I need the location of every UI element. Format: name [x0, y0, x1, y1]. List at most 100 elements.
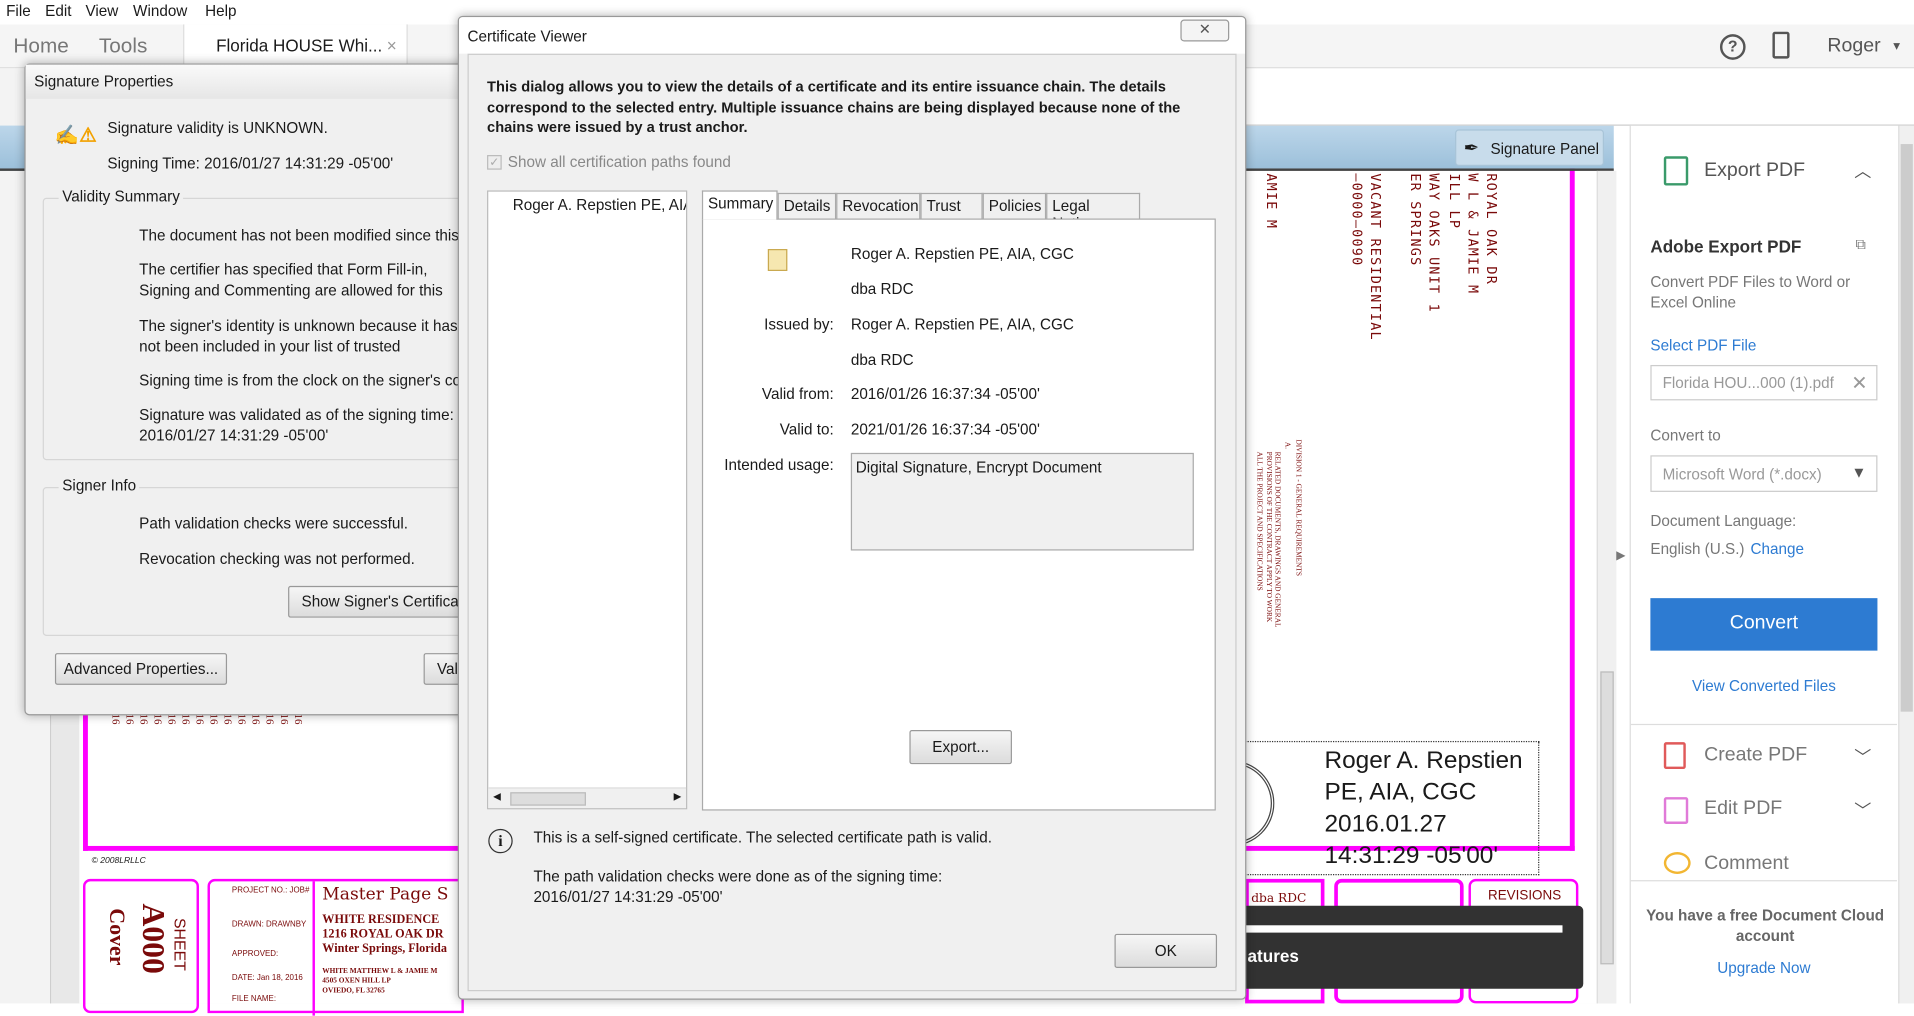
help-icon[interactable]: ?: [1719, 34, 1746, 60]
dialog-title: Signature Properties: [25, 64, 488, 99]
tab-document[interactable]: Florida HOUSE Whi... ×: [183, 24, 408, 69]
owner: WHITE MATTHEW L & JAMIE M 4505 OXEN HILL …: [322, 968, 438, 995]
tab-summary[interactable]: Summary: [701, 190, 778, 220]
group-label: Signer Info: [58, 477, 140, 495]
tool-edit-pdf[interactable]: Edit PDF: [1704, 798, 1782, 820]
copyright: © 2008LRLLC: [91, 856, 146, 866]
residence: WHITE RESIDENCE 1216 ROYAL OAK DR Winter S…: [322, 913, 447, 956]
info-self-signed: This is a self-signed certificate. The s…: [533, 828, 992, 846]
right-pane-scrollbar[interactable]: [1898, 125, 1914, 1004]
tab-trust[interactable]: Trust: [920, 192, 983, 219]
signing-time: Signing Time: 2016/01/27 14:31:29 -05'00…: [107, 155, 394, 173]
signature-panel-label: Signature Panel: [1490, 140, 1600, 158]
tab-home[interactable]: Home: [13, 34, 68, 58]
upgrade-now-link[interactable]: Upgrade Now: [1631, 959, 1897, 976]
clear-file-icon[interactable]: ✕: [1851, 371, 1867, 395]
file-name: FILE NAME:: [231, 994, 277, 1004]
advanced-properties-button[interactable]: Advanced Properties...: [54, 653, 228, 685]
tab-tools[interactable]: Tools: [99, 34, 147, 58]
chevron-down-icon[interactable]: ▾: [1893, 38, 1900, 54]
scroll-right-icon[interactable]: ▶: [674, 791, 682, 802]
signature-appearance: Roger A. Repstien PE, AIA, CGC 2016.01.27 1…: [1324, 747, 1523, 870]
comment-icon: [1663, 852, 1691, 875]
signature-panel-button[interactable]: ✒ Signature Panel: [1455, 129, 1604, 167]
revisions-label: REVISIONS: [1488, 888, 1562, 904]
show-all-paths-checkbox[interactable]: ✓: [487, 155, 502, 170]
export-pdf-header[interactable]: Export PDF: [1704, 160, 1805, 182]
tab-policies[interactable]: Policies: [982, 192, 1047, 219]
signature-pen-icon: ✒: [1463, 137, 1479, 159]
tree-item[interactable]: Roger A. Repstien PE, AIA, CGC: [513, 195, 686, 216]
master-page: Master Page S: [322, 885, 449, 905]
certificate-viewer-dialog: Certificate Viewer ✕ This dialog allows …: [457, 15, 1247, 1000]
sheet-box: SHEET A000 Cover: [83, 878, 199, 1014]
mobile-link-icon[interactable]: [1772, 31, 1790, 59]
chevron-down-icon[interactable]: ﹀: [1854, 745, 1871, 769]
export-button[interactable]: Export...: [909, 729, 1012, 765]
title-block: PROJECT NO.: JOB# DRAWN: DRAWNBY APPROVE…: [207, 878, 464, 1016]
doc-language-value: English (U.S.): [1650, 540, 1745, 558]
export-description: Convert PDF Files to Word or Excel Onlin…: [1650, 273, 1851, 312]
toast-progress: [1245, 925, 1563, 933]
issuer-name: Roger A. Repstien PE, AIA, CGC: [850, 316, 1074, 334]
file-value: Florida HOU...000 (1).pdf: [1662, 374, 1834, 392]
tree-hscrollbar[interactable]: ◀ ▶: [488, 787, 687, 809]
summary-item: The document has not been modified since…: [139, 227, 481, 245]
selected-file-field[interactable]: Florida HOU...000 (1).pdf ✕: [1650, 364, 1878, 401]
subject-org: dba RDC: [850, 280, 914, 298]
menu-file[interactable]: File: [6, 2, 31, 19]
intro-text: This dialog allows you to view the detai…: [487, 78, 1181, 136]
dba-label: dba RDC: [1251, 892, 1307, 906]
signer-item: Path validation checks were successful.: [139, 515, 409, 533]
summary-item: Signature was validated as of the signin…: [139, 406, 454, 445]
valid-from-value: 2016/01/26 16:37:34 -05'00': [850, 385, 1040, 403]
info-signing-time: 2016/01/27 14:31:29 -05'00': [533, 888, 723, 906]
ok-button[interactable]: OK: [1114, 933, 1218, 969]
convert-button[interactable]: Convert: [1650, 598, 1878, 651]
scroll-left-icon[interactable]: ◀: [493, 791, 501, 802]
format-select[interactable]: Microsoft Word (*.docx) ▼: [1650, 455, 1878, 492]
doc-text: ALL THE PROJECT AND SPECIFICATIONS: [1254, 451, 1263, 591]
chevron-up-icon[interactable]: ︿: [1854, 159, 1871, 183]
tab-details[interactable]: Details: [777, 192, 837, 219]
document-scrollbar[interactable]: [1596, 170, 1617, 1004]
edit-pdf-icon: [1663, 797, 1689, 824]
select-pdf-file-link[interactable]: Select PDF File: [1650, 337, 1756, 354]
doc-text: RELATED DOCUMENTS, DRAWINGS AND GENERAL: [1273, 451, 1281, 628]
menu-window[interactable]: Window: [133, 2, 187, 19]
certificate-tabs: Summary Details Revocation Trust Policie…: [701, 190, 1216, 811]
intended-usage-label: Intended usage:: [724, 456, 834, 474]
dialog-title: Certificate Viewer: [458, 17, 1246, 54]
validity-status: Signature validity is UNKNOWN.: [107, 119, 328, 137]
tab-revocation[interactable]: Revocation: [836, 192, 921, 219]
close-button[interactable]: ✕: [1180, 19, 1230, 42]
cloud-message: You have a free Document Cloud account: [1646, 906, 1885, 945]
summary-item: The certifier has specified that Form Fi…: [139, 261, 443, 300]
format-value: Microsoft Word (*.docx): [1662, 466, 1822, 484]
user-menu[interactable]: Roger: [1827, 35, 1880, 57]
sheet-label: SHEET: [170, 917, 190, 971]
menu-edit[interactable]: Edit: [45, 2, 71, 19]
valid-from-label: Valid from:: [761, 385, 834, 403]
cloud-icon[interactable]: ⧉: [1855, 236, 1865, 254]
collapse-pane-icon[interactable]: ▶: [1616, 549, 1625, 562]
summary-item: The signer's identity is unknown because…: [139, 317, 458, 356]
signer-item: Revocation checking was not performed.: [139, 550, 415, 568]
menu-help[interactable]: Help: [205, 2, 236, 19]
tab-document-label: Florida HOUSE Whi...: [216, 35, 383, 55]
menu-view[interactable]: View: [85, 2, 118, 19]
chevron-down-icon[interactable]: ﹀: [1854, 798, 1871, 822]
tool-create-pdf[interactable]: Create PDF: [1704, 745, 1807, 767]
dropdown-caret-icon: ▼: [1851, 463, 1867, 481]
view-converted-files-link[interactable]: View Converted Files: [1631, 677, 1897, 694]
signature-field[interactable]: Roger A. Repstien PE, AIA, CGC 2016.01.27 1…: [1231, 740, 1540, 876]
tab-legal-notice[interactable]: Legal Notice: [1046, 192, 1141, 232]
doc-text: DIVISION 1 - GENERAL REQUIREMENTS: [1293, 439, 1302, 576]
change-language-link[interactable]: Change: [1750, 541, 1803, 558]
doc-text: WAY OAKS UNIT 1: [1425, 173, 1442, 313]
toast-text: atures: [1247, 946, 1299, 966]
valid-to-label: Valid to:: [779, 421, 834, 439]
info-icon: i: [488, 828, 513, 854]
close-tab-icon[interactable]: ×: [387, 35, 397, 55]
tool-comment[interactable]: Comment: [1704, 853, 1789, 875]
